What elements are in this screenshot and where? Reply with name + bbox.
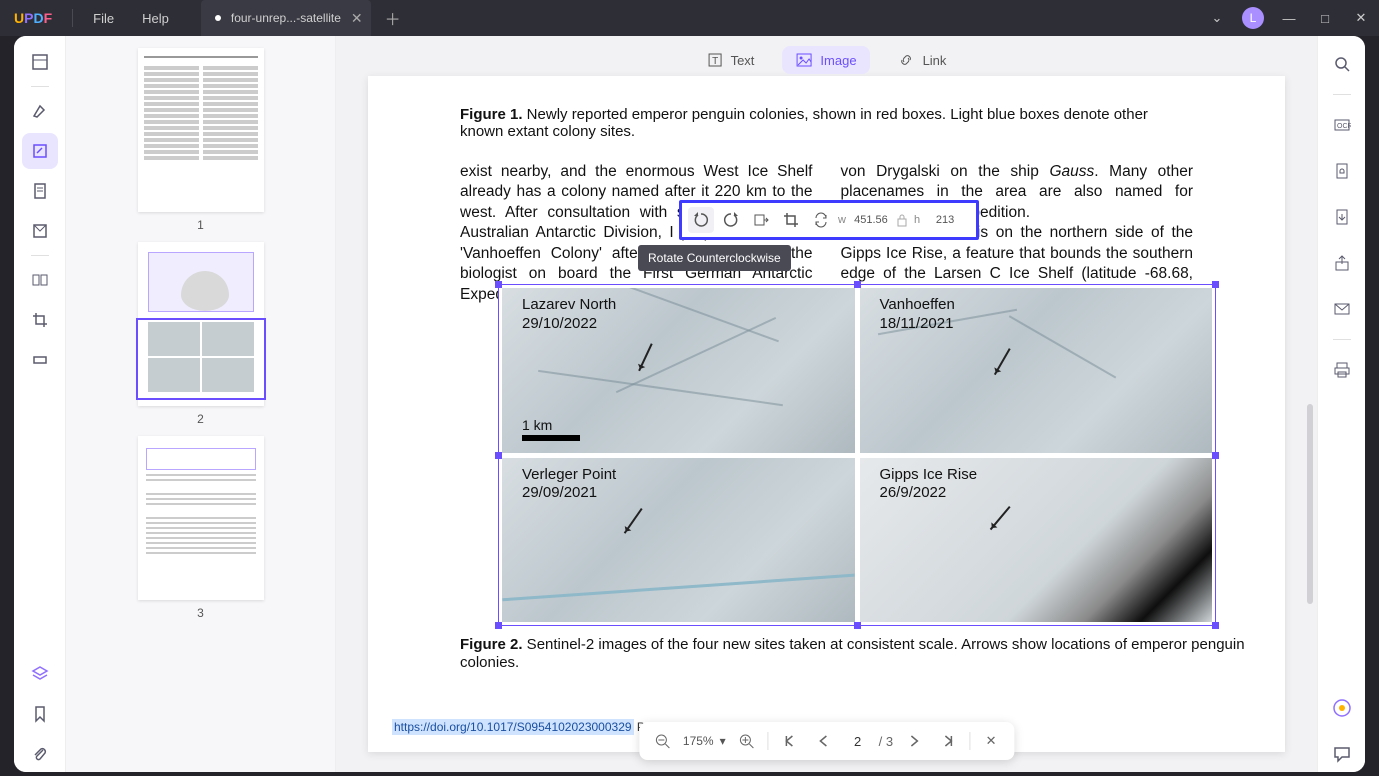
thumb-page-num-3: 3 — [197, 606, 204, 620]
edit-mode-image[interactable]: Image — [782, 46, 870, 74]
zoom-select[interactable]: 175% ▾ — [683, 734, 726, 748]
thumbnail-page-1[interactable] — [138, 48, 264, 212]
print-icon[interactable] — [1324, 352, 1360, 388]
tab-close-icon[interactable]: ✕ — [351, 10, 363, 27]
crop-tool-icon[interactable] — [22, 302, 58, 338]
height-input[interactable] — [924, 214, 966, 226]
zoom-out-button[interactable] — [649, 728, 675, 754]
thumbnail-panel: 1 2 3 — [66, 36, 336, 772]
edit-mode-text[interactable]: T Text — [693, 46, 769, 74]
thumbnails-icon[interactable] — [22, 44, 58, 80]
tab-modified-dot — [215, 15, 221, 21]
rotate-ccw-button[interactable] — [688, 207, 714, 233]
ocr-icon[interactable]: OCR — [1324, 107, 1360, 143]
menu-file[interactable]: File — [79, 11, 128, 26]
app-logo: UPDF — [0, 10, 66, 26]
page-input[interactable] — [845, 734, 871, 749]
ai-icon[interactable] — [1324, 690, 1360, 726]
zoom-in-button[interactable] — [734, 728, 760, 754]
resize-handle[interactable] — [1212, 452, 1219, 459]
width-field: w — [838, 214, 892, 226]
sat-image-gipps: Gipps Ice Rise26/9/2022 — [860, 458, 1213, 623]
layers-icon[interactable] — [22, 656, 58, 692]
thumb-page-num-1: 1 — [197, 218, 204, 232]
rotate-cw-button[interactable] — [718, 207, 744, 233]
search-icon[interactable] — [1324, 46, 1360, 82]
resize-handle[interactable] — [495, 622, 502, 629]
right-toolbar: OCR — [1317, 36, 1365, 772]
new-tab-button[interactable]: ＋ — [385, 6, 401, 30]
chevron-down-icon: ▾ — [720, 734, 726, 748]
sat-image-lazarev: Lazarev North29/10/2022 1 km — [502, 288, 855, 453]
next-page-button[interactable] — [901, 728, 927, 754]
window-minimize-icon[interactable]: ― — [1271, 0, 1307, 36]
highlight-tool-icon[interactable] — [22, 93, 58, 129]
menu-help[interactable]: Help — [128, 11, 183, 26]
window-close-icon[interactable]: ✕ — [1343, 0, 1379, 36]
page-tool-icon[interactable] — [22, 173, 58, 209]
prev-page-button[interactable] — [811, 728, 837, 754]
image-edit-toolbar: w h — [679, 200, 979, 240]
resize-handle[interactable] — [854, 281, 861, 288]
protect-icon[interactable] — [1324, 153, 1360, 189]
document-viewport: T Text Image Link Figure 1. Newly report… — [336, 36, 1317, 772]
sat-image-verleger: Verleger Point29/09/2021 — [502, 458, 855, 623]
left-toolbar — [14, 36, 66, 772]
document-tab[interactable]: four-unrep...-satellite ✕ — [201, 0, 371, 36]
doi-link[interactable]: https://doi.org/10.1017/S095410202300032… — [392, 719, 634, 735]
height-field: h — [914, 214, 966, 226]
thumbnail-page-3[interactable] — [138, 436, 264, 600]
svg-text:OCR: OCR — [1337, 123, 1351, 130]
extract-image-button[interactable] — [748, 207, 774, 233]
resize-handle[interactable] — [1212, 281, 1219, 288]
user-avatar[interactable]: L — [1235, 0, 1271, 36]
organize-tool-icon[interactable] — [22, 262, 58, 298]
edit-mode-link[interactable]: Link — [885, 46, 961, 74]
thumbnail-page-2[interactable] — [138, 242, 264, 406]
replace-image-button[interactable] — [808, 207, 834, 233]
window-maximize-icon[interactable]: □ — [1307, 0, 1343, 36]
edit-tool-icon[interactable] — [22, 133, 58, 169]
resize-handle[interactable] — [495, 281, 502, 288]
pdf-page[interactable]: Figure 1. Newly reported emperor penguin… — [368, 76, 1285, 752]
resize-handle[interactable] — [1212, 622, 1219, 629]
svg-text:T: T — [712, 56, 718, 67]
first-page-button[interactable] — [777, 728, 803, 754]
email-icon[interactable] — [1324, 291, 1360, 327]
page-controls: 175% ▾ / 3 ✕ — [639, 722, 1014, 760]
lock-aspect-icon[interactable] — [896, 213, 910, 227]
page-total: / 3 — [879, 734, 893, 749]
bookmark-icon[interactable] — [22, 696, 58, 732]
redact-tool-icon[interactable] — [22, 342, 58, 378]
export-icon[interactable] — [1324, 199, 1360, 235]
crop-image-button[interactable] — [778, 207, 804, 233]
tooltip: Rotate Counterclockwise — [638, 245, 791, 271]
tab-title: four-unrep...-satellite — [231, 11, 341, 25]
close-controls-button[interactable]: ✕ — [978, 728, 1004, 754]
figure-2-caption: Figure 2. Sentinel-2 images of the four … — [460, 636, 1285, 672]
comment-icon[interactable] — [1324, 736, 1360, 772]
figure-1-caption: Figure 1. Newly reported emperor penguin… — [460, 106, 1193, 140]
sat-image-vanhoeffen: Vanhoeffen18/11/2021 — [860, 288, 1213, 453]
form-tool-icon[interactable] — [22, 213, 58, 249]
width-input[interactable] — [850, 214, 892, 226]
dropdown-icon[interactable]: ⌄ — [1199, 0, 1235, 36]
share-icon[interactable] — [1324, 245, 1360, 281]
attachment-icon[interactable] — [22, 736, 58, 772]
thumb-page-num-2: 2 — [197, 412, 204, 426]
selected-image[interactable]: Lazarev North29/10/2022 1 km Vanhoeffen1… — [498, 284, 1216, 626]
resize-handle[interactable] — [854, 622, 861, 629]
last-page-button[interactable] — [935, 728, 961, 754]
resize-handle[interactable] — [495, 452, 502, 459]
vertical-scrollbar[interactable] — [1307, 404, 1313, 604]
